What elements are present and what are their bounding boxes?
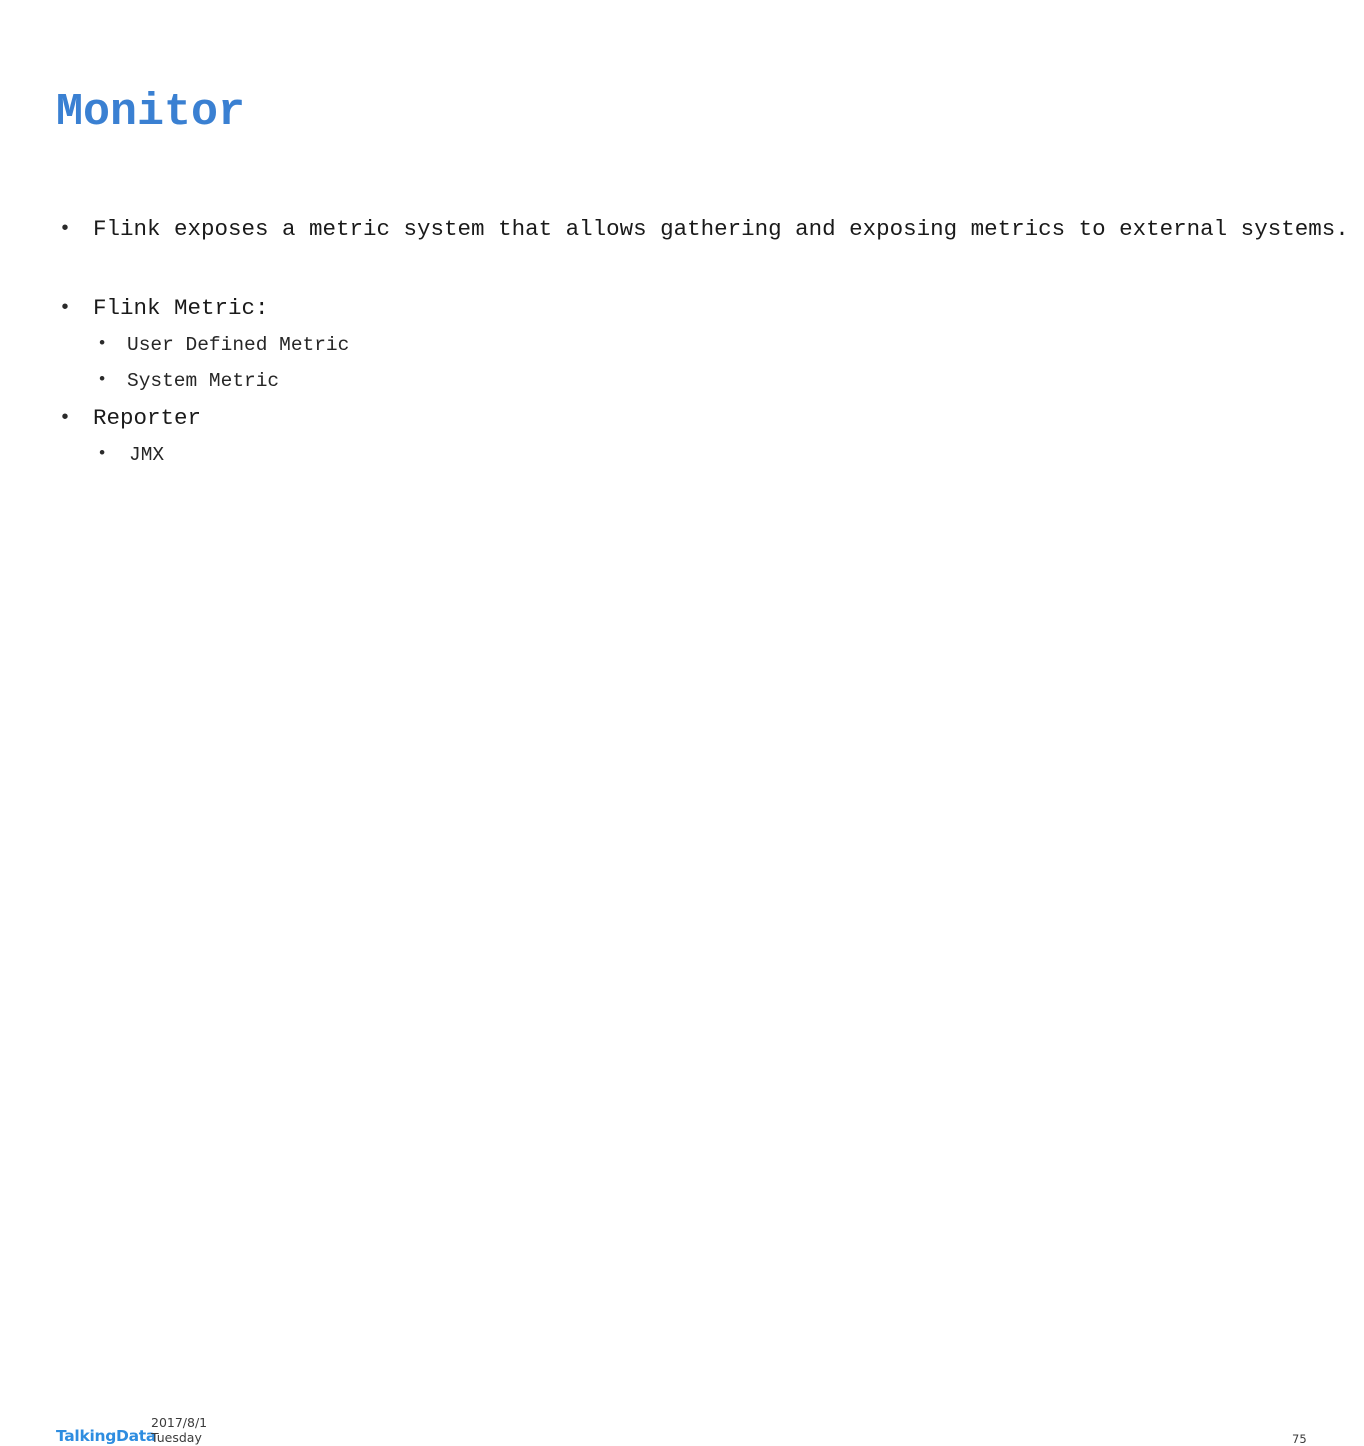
footer-weekday-value: Tuesday [151,1429,202,1445]
page-number: 75 [1292,1432,1307,1446]
bullet-point-icon: • [97,371,108,390]
talkingdata-logo: TalkingData [56,1427,156,1445]
slide-footer: TalkingData 2017/8/1 Tuesday 75 [0,706,1364,1446]
bullet-point-icon: • [97,335,108,354]
bullet-point-icon: • [59,407,72,430]
list-item-label: Reporter [93,405,202,431]
slide-body: • Flink exposes a metric system that all… [56,214,1349,477]
footer-date-value: 2017/8/1 [151,1415,208,1430]
page-title: Monitor [56,87,246,139]
list-item: • Flink Metric: • User Defined Metric • … [56,293,1312,395]
list-item-label: Flink Metric: [93,295,269,321]
list-item-label: System Metric [127,370,280,392]
slide: Monitor • Flink exposes a metric system … [0,0,1364,1446]
list-item: • User Defined Metric [93,331,1312,359]
bullet-point-icon: • [59,218,72,241]
list-item-label: User Defined Metric [127,334,350,356]
sub-bullet-list: • User Defined Metric • System Metric [93,331,1312,395]
bullet-list: • Flink exposes a metric system that all… [56,214,1349,469]
footer-date: 2017/8/1 Tuesday [151,1415,208,1445]
list-item: • System Metric [93,367,1312,395]
list-item-label: Flink exposes a metric system that allow… [93,216,1349,242]
list-item: • Flink exposes a metric system that all… [56,214,1349,245]
bullet-point-icon: • [59,297,72,320]
list-item: • Reporter • JMX [56,403,1312,469]
bullet-point-icon: • [97,445,108,464]
list-item-label: JMX [129,444,165,466]
list-item: • JMX [93,441,1312,469]
sub-bullet-list: • JMX [93,441,1312,469]
